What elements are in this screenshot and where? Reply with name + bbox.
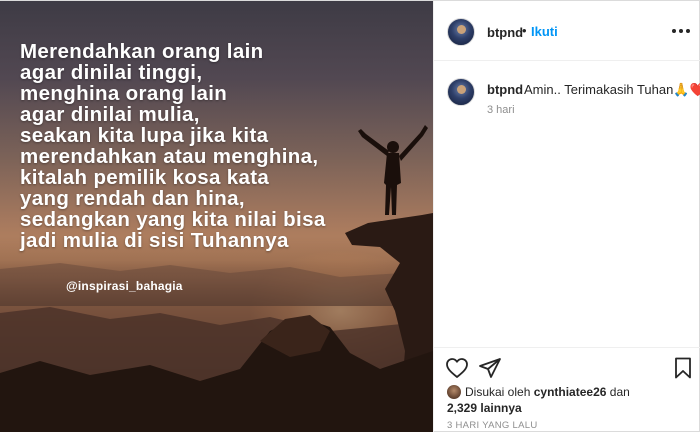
quote-line: sedangkan yang kita nilai bisa — [20, 208, 326, 231]
post-image[interactable]: Merendahkan orang lain agar dinilai ting… — [0, 1, 433, 432]
heart-icon[interactable] — [444, 356, 470, 382]
header-username[interactable]: btpnd — [487, 25, 523, 40]
avatar[interactable] — [447, 78, 475, 106]
quote-line: seakan kita lupa jika kita — [20, 124, 269, 147]
quote-text: Merendahkan orang lain agar dinilai ting… — [20, 41, 380, 251]
quote-line: yang rendah dan hina, — [20, 187, 245, 210]
action-bar: Disukai oleh cynthiatee26 dan 2,329 lain… — [434, 347, 700, 432]
share-icon[interactable] — [477, 356, 503, 382]
post-sidebar: btpnd • Ikuti btpnd Amin.. Terimakasih T… — [433, 1, 700, 432]
quote-line: menghina orang lain — [20, 82, 228, 105]
quote-line: jadi mulia di sisi Tuhannya — [20, 229, 289, 252]
post-header: btpnd • Ikuti — [434, 1, 700, 61]
more-options-icon[interactable] — [672, 26, 690, 36]
caption-comment: btpnd Amin.. Terimakasih Tuhan🙏❤️ 3 hari — [434, 61, 700, 121]
caption-username[interactable]: btpnd — [487, 82, 523, 97]
quote-line: agar dinilai mulia, — [20, 103, 200, 126]
quote-line: kitalah pemilik kosa kata — [20, 166, 270, 189]
avatar[interactable] — [447, 18, 475, 46]
separator-dot: • — [522, 23, 527, 38]
post-timestamp[interactable]: 3 HARI YANG LALU — [447, 420, 538, 431]
likes-count[interactable]: 2,329 lainnya — [447, 401, 522, 415]
quote-line: merendahkan atau menghina, — [20, 145, 319, 168]
bookmark-icon[interactable] — [670, 356, 696, 382]
likes-prefix: Disukai oleh — [465, 385, 531, 399]
image-watermark-handle: @inspirasi_bahagia — [66, 279, 183, 293]
caption-text: Amin.. Terimakasih Tuhan🙏❤️ — [524, 82, 700, 97]
instagram-post: Merendahkan orang lain agar dinilai ting… — [0, 0, 700, 432]
liker-username[interactable]: cynthiatee26 — [534, 385, 607, 399]
quote-line: agar dinilai tinggi, — [20, 61, 203, 84]
liker-avatar[interactable] — [447, 385, 461, 399]
quote-line: Merendahkan orang lain — [20, 40, 264, 63]
likes-conj: dan — [609, 385, 630, 399]
follow-button[interactable]: Ikuti — [531, 24, 558, 39]
caption-time[interactable]: 3 hari — [487, 104, 515, 116]
likes-summary: Disukai oleh cynthiatee26 dan 2,329 lain… — [447, 384, 687, 416]
